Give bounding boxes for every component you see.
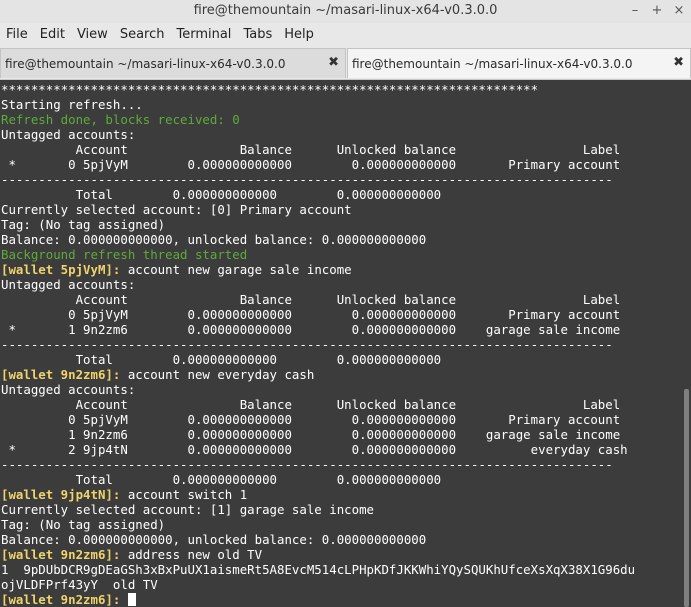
terminal-line: 0 5pjVyM 0.000000000000 0.000000000000 P… [1, 307, 620, 322]
tab-terminal-1[interactable]: fire@themountain ~/masari-linux-x64-v0.3… [0, 48, 346, 78]
terminal-line: ----------------------------------------… [1, 172, 613, 187]
terminal-line: Untagged accounts: [1, 277, 135, 292]
tab-close-icon[interactable]: ✖ [328, 55, 339, 70]
terminal-line: Untagged accounts: [1, 382, 135, 397]
terminal-line: 1 9pDUbDCR9gDEaGSh3xBxPuUX1aismeRt5A8Evc… [1, 562, 635, 577]
terminal-line: Account Balance Unlocked balance Label [1, 142, 621, 157]
terminal-cursor [127, 593, 136, 606]
tab-label: fire@themountain ~/masari-linux-x64-v0.3… [352, 57, 633, 71]
line-text: Currently selected account: [1] garage s… [1, 502, 374, 517]
line-text: account new garage sale income [120, 262, 352, 277]
prompt-text: [wallet 9n2zm6]: [1, 367, 121, 382]
line-text [120, 592, 127, 607]
line-text: account switch 1 [120, 487, 248, 502]
menu-search[interactable]: Search [114, 24, 171, 46]
menu-view[interactable]: View [71, 24, 114, 46]
terminal-line: [wallet 5pjVyM]: account new garage sale… [1, 262, 352, 277]
terminal-line: ----------------------------------------… [1, 457, 613, 472]
minimize-icon[interactable]: – [626, 2, 644, 20]
line-text: * 2 9jp4tN 0.000000000000 0.000000000000… [1, 442, 628, 457]
line-text: ----------------------------------------… [1, 457, 613, 472]
line-text: Background refresh thread started [1, 247, 248, 262]
terminal-line: [wallet 9jp4tN]: account switch 1 [1, 487, 247, 502]
prompt-text: [wallet 9n2zm6]: [1, 547, 121, 562]
terminal-line: Balance: 0.000000000000, unlocked balanc… [1, 232, 426, 247]
terminal-line: Refresh done, blocks received: 0 [1, 112, 240, 127]
prompt-text: [wallet 9jp4tN]: [1, 487, 121, 502]
line-text: 0 5pjVyM 0.000000000000 0.000000000000 P… [1, 412, 621, 427]
tab-label: fire@themountain ~/masari-linux-x64-v0.3… [5, 57, 286, 71]
terminal-output[interactable]: ****************************************… [0, 80, 683, 607]
menu-terminal[interactable]: Terminal [170, 24, 237, 46]
line-text: Untagged accounts: [1, 127, 136, 142]
terminal-line: Untagged accounts: [1, 127, 135, 142]
line-text: Untagged accounts: [1, 382, 136, 397]
terminal-line: Currently selected account: [1] garage s… [1, 502, 374, 517]
line-text: Balance: 0.000000000000, unlocked balanc… [1, 532, 427, 547]
scrollbar-thumb[interactable] [684, 389, 689, 607]
window-title: fire@themountain ~/masari-linux-x64-v0.3… [193, 3, 498, 18]
line-text: account new everyday cash [120, 367, 315, 382]
line-text: Tag: (No tag assigned) [1, 517, 166, 532]
line-text: ****************************************… [1, 82, 539, 97]
line-text: Total 0.000000000000 0.000000000000 [1, 187, 442, 202]
line-text: Untagged accounts: [1, 277, 136, 292]
menu-edit[interactable]: Edit [34, 24, 71, 46]
prompt-text: [wallet 5pjVyM]: [1, 262, 121, 277]
line-text: ----------------------------------------… [1, 172, 613, 187]
line-text: * 1 9n2zm6 0.000000000000 0.000000000000… [1, 322, 621, 337]
line-text: Account Balance Unlocked balance Label [1, 142, 621, 157]
tab-bar: fire@themountain ~/masari-linux-x64-v0.3… [0, 45, 691, 80]
line-text: 0 5pjVyM 0.000000000000 0.000000000000 P… [1, 307, 621, 322]
terminal-line: Account Balance Unlocked balance Label [1, 292, 621, 307]
prompt-text: [wallet 9n2zm6]: [1, 592, 121, 607]
terminal-line: Starting refresh... [1, 97, 143, 112]
line-text: ----------------------------------------… [1, 337, 613, 352]
terminal-line: * 0 5pjVyM 0.000000000000 0.000000000000… [1, 157, 620, 172]
tab-close-icon[interactable]: ✖ [673, 55, 684, 70]
line-text: Currently selected account: [0] Primary … [1, 202, 352, 217]
menu-bar: File Edit View Search Terminal Tabs Help [0, 23, 691, 45]
tab-terminal-2[interactable]: fire@themountain ~/masari-linux-x64-v0.3… [347, 48, 691, 78]
line-text: Total 0.000000000000 0.000000000000 [1, 472, 442, 487]
terminal-line: 0 5pjVyM 0.000000000000 0.000000000000 P… [1, 412, 620, 427]
window-titlebar[interactable]: fire@themountain ~/masari-linux-x64-v0.3… [0, 0, 691, 24]
terminal-line: Total 0.000000000000 0.000000000000 [1, 472, 442, 487]
menu-tabs[interactable]: Tabs [237, 24, 278, 46]
line-text: address new old TV [120, 547, 263, 562]
terminal-line: ----------------------------------------… [1, 337, 613, 352]
terminal-line: ojVLDFPrf43yY old TV [1, 577, 158, 592]
terminal-line: Account Balance Unlocked balance Label [1, 397, 621, 412]
line-text: Starting refresh... [1, 97, 143, 112]
close-icon[interactable]: × [670, 2, 688, 20]
line-text: Total 0.000000000000 0.000000000000 [1, 352, 442, 367]
line-text: Balance: 0.000000000000, unlocked balanc… [1, 232, 427, 247]
menu-file[interactable]: File [0, 24, 34, 46]
terminal-line: Currently selected account: [0] Primary … [1, 202, 352, 217]
terminal-line: [wallet 9n2zm6]: address new old TV [1, 547, 262, 562]
terminal-line: 1 9n2zm6 0.000000000000 0.000000000000 g… [1, 427, 620, 442]
line-text: 1 9pDUbDCR9gDEaGSh3xBxPuUX1aismeRt5A8Evc… [1, 562, 636, 577]
terminal-line: ****************************************… [1, 82, 538, 97]
terminal-line: Total 0.000000000000 0.000000000000 [1, 187, 442, 202]
terminal-line: [wallet 9n2zm6]: account new everyday ca… [1, 367, 314, 382]
line-text: Account Balance Unlocked balance Label [1, 292, 621, 307]
terminal-line: [wallet 9n2zm6]: [1, 592, 136, 607]
terminal-line: Tag: (No tag assigned) [1, 517, 165, 532]
terminal-line: Background refresh thread started [1, 247, 247, 262]
terminal-line: * 2 9jp4tN 0.000000000000 0.000000000000… [1, 442, 628, 457]
line-text: Refresh done, blocks received: 0 [1, 112, 240, 127]
terminal-line: * 1 9n2zm6 0.000000000000 0.000000000000… [1, 322, 620, 337]
maximize-icon[interactable]: + [648, 2, 666, 20]
line-text: 1 9n2zm6 0.000000000000 0.000000000000 g… [1, 427, 621, 442]
scrollbar[interactable] [683, 80, 691, 607]
line-text: Tag: (No tag assigned) [1, 217, 166, 232]
line-text: * 0 5pjVyM 0.000000000000 0.000000000000… [1, 157, 621, 172]
terminal-line: Tag: (No tag assigned) [1, 217, 165, 232]
line-text: ojVLDFPrf43yY old TV [1, 577, 158, 592]
line-text: Account Balance Unlocked balance Label [1, 397, 621, 412]
terminal-line: Balance: 0.000000000000, unlocked balanc… [1, 532, 426, 547]
terminal-line: Total 0.000000000000 0.000000000000 [1, 352, 442, 367]
menu-help[interactable]: Help [278, 24, 320, 46]
